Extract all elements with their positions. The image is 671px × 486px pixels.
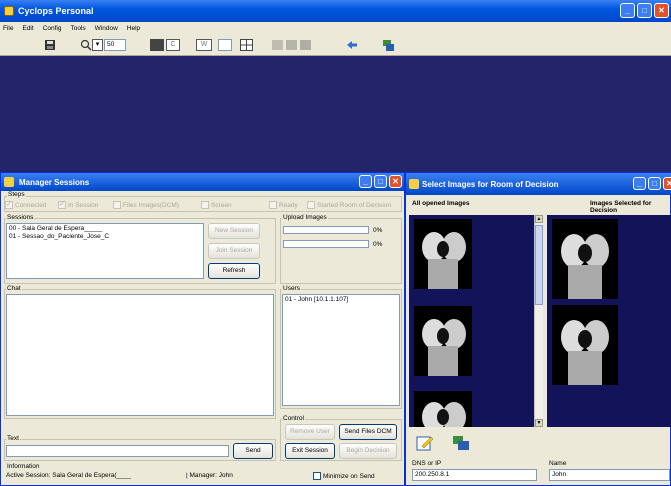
information-label: Information [6,463,41,470]
send-files-dcm-button[interactable]: Send Files DCM [339,424,397,440]
manager-minimize-button[interactable]: _ [359,175,372,188]
sessions-label: Sessions [6,214,35,221]
menu-tools[interactable]: Tools [70,25,85,32]
select-images-app-icon [409,179,419,189]
manager-name-text: | Manager: John [186,472,233,479]
contrast-icon[interactable] [150,38,164,52]
remove-user-button[interactable]: Remove User [285,424,335,440]
back-arrow-icon[interactable] [346,38,358,52]
select-images-title: Select Images for Room of Decision [422,179,559,189]
users-label: Users [282,285,301,292]
contrast-c-button[interactable]: C [166,38,180,52]
manager-app-icon [4,177,14,187]
manager-sessions-window: Manager Sessions _ □ ✕ Steps ✓ Connected … [0,172,405,486]
select-images-titlebar: Select Images for Room of Decision _ □ ✕ [406,173,671,195]
name-input[interactable]: John [549,469,670,481]
chat-text-input[interactable] [6,445,229,457]
image-thumbnail[interactable] [414,306,472,376]
upload-progress-1 [283,226,369,234]
active-session-text: Active Session: Sala Geral de Espera(___… [6,472,132,479]
app-title: Cyclops Personal [18,6,94,16]
step-in-session: ✓ In Session [58,201,99,209]
toolbar: ▾ 50 C W [0,34,671,56]
zoom-icon[interactable] [80,38,92,52]
manager-titlebar: Manager Sessions _ □ ✕ [1,173,404,191]
chat-area[interactable] [6,294,274,416]
name-label: Name [549,460,567,467]
manager-title: Manager Sessions [19,177,90,187]
maximize-button[interactable]: □ [637,3,652,18]
manager-close-button[interactable]: ✕ [389,175,402,188]
text-label: Text [6,435,20,442]
step-connected: ✓ Connected [5,201,47,209]
workspace-area [0,56,671,174]
control-label: Control [282,415,305,422]
select-close-button[interactable]: ✕ [663,177,671,190]
image-thumbnail[interactable] [414,391,472,427]
menu-file[interactable]: File [3,25,13,32]
manager-window-controls: _ □ ✕ [359,175,402,188]
session-item[interactable]: 00 - Sala Geral de Espera_____ [9,225,201,233]
upload-percent-1: 0% [373,227,383,234]
chat-label: Chat [6,285,22,292]
step-ready: Ready [269,201,298,209]
edit-image-icon[interactable] [416,435,434,453]
images-selected-label: Images Selected for Decision [590,200,652,214]
step-files-images: Files Images(DCM) [113,201,179,209]
upload-label: Upload Images [282,214,328,221]
scroll-up-arrow-icon[interactable]: ▲ [535,215,543,223]
begin-decision-button[interactable]: Begin Decision [339,443,397,459]
select-minimize-button[interactable]: _ [633,177,646,190]
steps-label: Steps [7,191,26,198]
menu-window[interactable]: Window [95,25,118,32]
send-button[interactable]: Send [233,443,273,459]
menubar: File Edit Config Tools Window Help [0,22,671,34]
all-images-scrollbar[interactable]: ▲ ▼ [534,215,543,427]
sessions-list[interactable]: 00 - Sala Geral de Espera_____ 01 - Sess… [6,223,204,279]
dns-ip-input[interactable]: 200.250.8.1 [412,469,537,481]
exit-session-button[interactable]: Exit Session [285,443,335,459]
upload-progress-2 [283,240,369,248]
all-opened-images-label: All opened Images [412,200,470,207]
zoom-dropdown-icon[interactable]: ▾ [92,38,103,52]
app-icon [4,6,14,16]
annotation-icon[interactable] [272,38,312,52]
step-screen: Screen [201,201,232,209]
network-icon[interactable] [382,38,395,52]
dns-ip-label: DNS or IP [412,460,442,467]
menu-config[interactable]: Config [43,25,62,32]
window-controls: _ □ ✕ [620,3,669,18]
window-level-button[interactable]: W [196,38,212,52]
menu-help[interactable]: Help [127,25,140,32]
level-field[interactable] [218,38,232,52]
selected-image-thumbnail[interactable] [552,219,618,299]
refresh-button[interactable]: Refresh [208,263,260,279]
new-session-button[interactable]: New Session [208,223,260,239]
scroll-thumb[interactable] [535,225,543,305]
minimize-button[interactable]: _ [620,3,635,18]
app-titlebar: Cyclops Personal _ □ ✕ [0,0,671,22]
scroll-down-arrow-icon[interactable]: ▼ [535,419,543,427]
select-images-window: Select Images for Room of Decision _ □ ✕… [405,172,671,486]
users-list[interactable]: 01 - John [10.1.1.107] [282,294,400,406]
zoom-input[interactable]: 50 [104,38,126,52]
minimize-on-send-checkbox[interactable]: Minimize on Send [313,472,375,480]
manager-maximize-button[interactable]: □ [374,175,387,188]
select-images-window-controls: _ □ ✕ [633,177,671,190]
grid-layout-icon[interactable] [240,38,253,52]
step-started-room: Started Room of Decision [307,201,391,209]
save-icon[interactable] [44,38,56,52]
network-share-icon[interactable] [452,435,470,453]
selected-image-thumbnail[interactable] [552,305,618,385]
join-session-button[interactable]: Join Session [208,243,260,259]
select-maximize-button[interactable]: □ [648,177,661,190]
image-thumbnail[interactable] [414,219,472,289]
upload-percent-2: 0% [373,241,383,248]
user-item[interactable]: 01 - John [10.1.1.107] [285,296,397,304]
close-button[interactable]: ✕ [654,3,669,18]
session-item[interactable]: 01 - Sessao_do_Paciente_Jose_C [9,233,201,241]
menu-edit[interactable]: Edit [22,25,33,32]
